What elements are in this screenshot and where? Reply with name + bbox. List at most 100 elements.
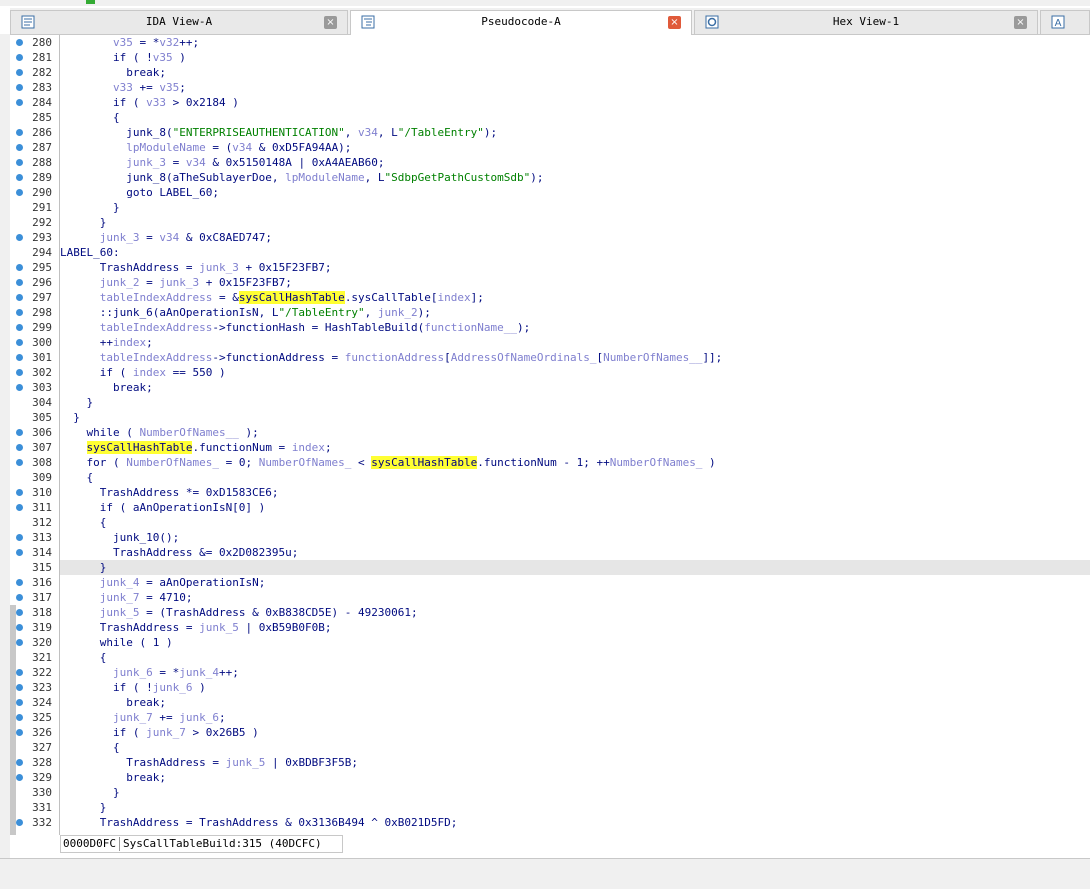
code-line[interactable]: 305 } <box>10 410 1090 425</box>
breakpoint-dot-icon[interactable] <box>16 354 23 361</box>
code-line[interactable]: 330 } <box>10 785 1090 800</box>
breakpoint-dot-icon[interactable] <box>16 624 23 631</box>
code-line[interactable]: 287 lpModuleName = (v34 & 0xD5FA94AA); <box>10 140 1090 155</box>
code-text[interactable]: if ( !junk_6 ) <box>60 680 1090 695</box>
breakpoint-dot-icon[interactable] <box>16 99 23 106</box>
code-line[interactable]: 282 break; <box>10 65 1090 80</box>
code-text[interactable]: while ( NumberOfNames__ ); <box>60 425 1090 440</box>
code-line[interactable]: 315 } <box>10 560 1090 575</box>
code-text[interactable]: break; <box>60 695 1090 710</box>
code-text[interactable]: lpModuleName = (v34 & 0xD5FA94AA); <box>60 140 1090 155</box>
breakpoint-dot-icon[interactable] <box>16 459 23 466</box>
code-line[interactable]: 310 TrashAddress *= 0xD1583CE6; <box>10 485 1090 500</box>
breakpoint-dot-icon[interactable] <box>16 639 23 646</box>
code-text[interactable]: tableIndexAddress = &sysCallHashTable.sy… <box>60 290 1090 305</box>
breakpoint-dot-icon[interactable] <box>16 309 23 316</box>
code-line[interactable]: 319 TrashAddress = junk_5 | 0xB59B0F0B; <box>10 620 1090 635</box>
code-text[interactable]: v35 = *v32++; <box>60 35 1090 50</box>
code-text[interactable]: junk_4 = aAnOperationIsN; <box>60 575 1090 590</box>
code-text[interactable]: TrashAddress = junk_5 | 0xB59B0F0B; <box>60 620 1090 635</box>
code-text[interactable]: junk_8(aTheSublayerDoe, lpModuleName, L"… <box>60 170 1090 185</box>
breakpoint-dot-icon[interactable] <box>16 504 23 511</box>
breakpoint-dot-icon[interactable] <box>16 144 23 151</box>
code-line[interactable]: 291 } <box>10 200 1090 215</box>
code-line[interactable]: 304 } <box>10 395 1090 410</box>
code-line[interactable]: 322 junk_6 = *junk_4++; <box>10 665 1090 680</box>
code-line[interactable]: 325 junk_7 += junk_6; <box>10 710 1090 725</box>
code-text[interactable]: break; <box>60 770 1090 785</box>
code-line[interactable]: 286 junk_8("ENTERPRISEAUTHENTICATION", v… <box>10 125 1090 140</box>
code-line[interactable]: 302 if ( index == 550 ) <box>10 365 1090 380</box>
code-text[interactable]: { <box>60 740 1090 755</box>
code-line[interactable]: 290 goto LABEL_60; <box>10 185 1090 200</box>
breakpoint-dot-icon[interactable] <box>16 489 23 496</box>
pseudocode-view[interactable]: 280 v35 = *v32++; 281 if ( !v35 ) 282 brea… <box>10 35 1090 853</box>
code-text[interactable]: junk_3 = v34 & 0x5150148A | 0xA4AEAB60; <box>60 155 1090 170</box>
code-line[interactable]: 311 if ( aAnOperationIsN[0] ) <box>10 500 1090 515</box>
code-text[interactable]: TrashAddress &= 0x2D082395u; <box>60 545 1090 560</box>
code-text[interactable]: ++index; <box>60 335 1090 350</box>
code-text[interactable]: junk_7 += junk_6; <box>60 710 1090 725</box>
code-line[interactable]: 307 sysCallHashTable.functionNum = index… <box>10 440 1090 455</box>
code-text[interactable]: tableIndexAddress->functionHash = HashTa… <box>60 320 1090 335</box>
code-line[interactable]: 313 junk_10(); <box>10 530 1090 545</box>
code-line[interactable]: 293 junk_3 = v34 & 0xC8AED747; <box>10 230 1090 245</box>
breakpoint-dot-icon[interactable] <box>16 729 23 736</box>
breakpoint-dot-icon[interactable] <box>16 174 23 181</box>
breakpoint-dot-icon[interactable] <box>16 294 23 301</box>
breakpoint-dot-icon[interactable] <box>16 54 23 61</box>
code-line[interactable]: 280 v35 = *v32++; <box>10 35 1090 50</box>
code-line[interactable]: 300 ++index; <box>10 335 1090 350</box>
breakpoint-dot-icon[interactable] <box>16 549 23 556</box>
tab-pseudocode-a[interactable]: Pseudocode-A × <box>350 10 692 35</box>
code-text[interactable]: v33 += v35; <box>60 80 1090 95</box>
code-text[interactable]: TrashAddress = junk_3 + 0x15F23FB7; <box>60 260 1090 275</box>
tab-hex-view-1[interactable]: Hex View-1 × <box>694 10 1038 34</box>
breakpoint-dot-icon[interactable] <box>16 759 23 766</box>
code-line[interactable]: 288 junk_3 = v34 & 0x5150148A | 0xA4AEAB… <box>10 155 1090 170</box>
code-text[interactable]: break; <box>60 65 1090 80</box>
code-line[interactable]: 308 for ( NumberOfNames_ = 0; NumberOfNa… <box>10 455 1090 470</box>
code-text[interactable]: ::junk_6(aAnOperationIsN, L"/TableEntry"… <box>60 305 1090 320</box>
code-text[interactable]: LABEL_60: <box>60 245 1090 260</box>
code-line[interactable]: 285 { <box>10 110 1090 125</box>
tab-ida-view-a[interactable]: IDA View-A × <box>10 10 348 34</box>
breakpoint-dot-icon[interactable] <box>16 129 23 136</box>
breakpoint-dot-icon[interactable] <box>16 264 23 271</box>
code-line[interactable]: 327 { <box>10 740 1090 755</box>
code-line[interactable]: 299 tableIndexAddress->functionHash = Ha… <box>10 320 1090 335</box>
code-text[interactable]: } <box>60 800 1090 815</box>
breakpoint-dot-icon[interactable] <box>16 819 23 826</box>
code-text[interactable]: for ( NumberOfNames_ = 0; NumberOfNames_… <box>60 455 1090 470</box>
code-text[interactable]: junk_10(); <box>60 530 1090 545</box>
breakpoint-dot-icon[interactable] <box>16 774 23 781</box>
code-text[interactable]: if ( !v35 ) <box>60 50 1090 65</box>
code-text[interactable]: junk_7 = 4710; <box>60 590 1090 605</box>
code-line[interactable]: 301 tableIndexAddress->functionAddress =… <box>10 350 1090 365</box>
code-line[interactable]: 317 junk_7 = 4710; <box>10 590 1090 605</box>
code-text[interactable]: { <box>60 470 1090 485</box>
code-line[interactable]: 326 if ( junk_7 > 0x26B5 ) <box>10 725 1090 740</box>
code-line[interactable]: 312 { <box>10 515 1090 530</box>
breakpoint-dot-icon[interactable] <box>16 594 23 601</box>
code-text[interactable]: sysCallHashTable.functionNum = index; <box>60 440 1090 455</box>
breakpoint-dot-icon[interactable] <box>16 609 23 616</box>
breakpoint-dot-icon[interactable] <box>16 279 23 286</box>
tab-structures[interactable]: A <box>1040 10 1090 34</box>
code-line[interactable]: 332 TrashAddress = TrashAddress & 0x3136… <box>10 815 1090 830</box>
code-text[interactable]: TrashAddress = TrashAddress & 0x3136B494… <box>60 815 1090 830</box>
code-text[interactable]: junk_6 = *junk_4++; <box>60 665 1090 680</box>
code-line[interactable]: 328 TrashAddress = junk_5 | 0xBDBF3F5B; <box>10 755 1090 770</box>
code-text[interactable]: } <box>60 215 1090 230</box>
breakpoint-dot-icon[interactable] <box>16 669 23 676</box>
breakpoint-dot-icon[interactable] <box>16 189 23 196</box>
code-line[interactable]: 320 while ( 1 ) <box>10 635 1090 650</box>
code-line[interactable]: 284 if ( v33 > 0x2184 ) <box>10 95 1090 110</box>
code-text[interactable]: } <box>60 395 1090 410</box>
code-line[interactable]: 289 junk_8(aTheSublayerDoe, lpModuleName… <box>10 170 1090 185</box>
breakpoint-dot-icon[interactable] <box>16 384 23 391</box>
breakpoint-dot-icon[interactable] <box>16 234 23 241</box>
code-line[interactable]: 324 break; <box>10 695 1090 710</box>
code-text[interactable]: if ( index == 550 ) <box>60 365 1090 380</box>
code-text[interactable]: if ( v33 > 0x2184 ) <box>60 95 1090 110</box>
